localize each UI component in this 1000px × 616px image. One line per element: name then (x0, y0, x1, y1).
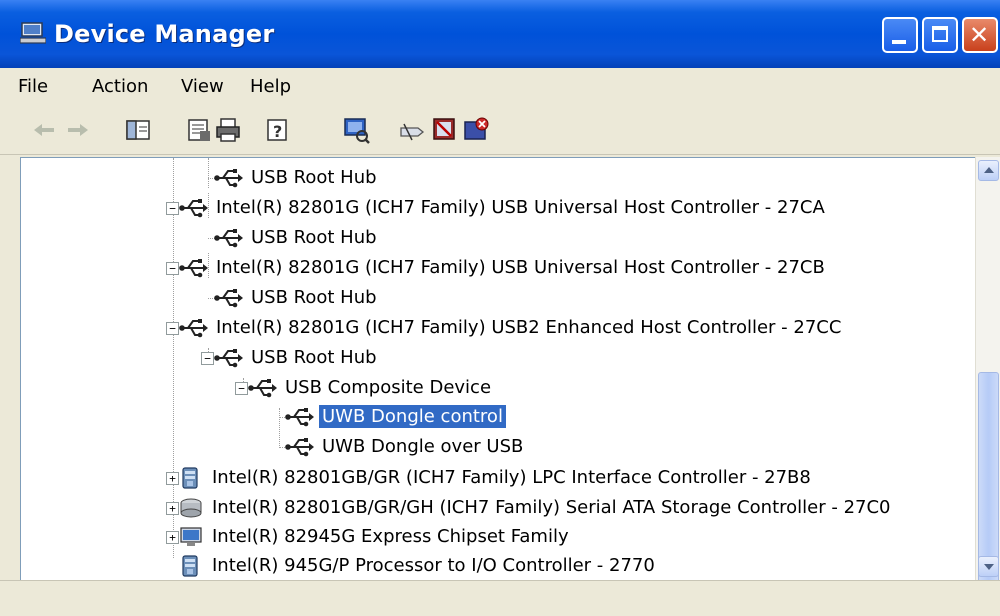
expand-icon[interactable]: + (166, 531, 179, 544)
device-tree[interactable]: USB Root Hub Intel(R) 82801G (ICH7 Family… (20, 157, 977, 582)
show-hide-console-tree-icon[interactable] (124, 116, 152, 144)
collapse-icon[interactable]: − (166, 322, 179, 335)
menu-file[interactable]: File (18, 76, 48, 97)
system-device-icon (179, 466, 203, 490)
expand-icon[interactable]: + (166, 472, 179, 485)
print-icon[interactable] (214, 116, 242, 144)
tree-vline (208, 158, 209, 188)
tree-node[interactable]: Intel(R) 945G/P Processor to I/O Control… (179, 551, 658, 581)
scroll-up-button[interactable] (978, 160, 999, 181)
usb-icon (285, 436, 315, 458)
usb-icon (214, 167, 244, 189)
menu-help[interactable]: Help (250, 76, 291, 97)
menu-bar: File Action View Help (0, 68, 1000, 109)
tree-node[interactable]: USB Root Hub (214, 163, 380, 193)
tree-node[interactable]: UWB Dongle over USB (285, 432, 526, 462)
tree-node-label: Intel(R) 82801GB/GR (ICH7 Family) LPC In… (212, 467, 811, 488)
tree-node[interactable]: USB Root Hub (214, 223, 380, 253)
maximize-button[interactable] (922, 17, 958, 53)
tree-node[interactable]: Intel(R) 82801GB/GR/GH (ICH7 Family) Ser… (179, 493, 894, 523)
vertical-scrollbar[interactable] (975, 157, 1000, 599)
menu-view[interactable]: View (181, 76, 224, 97)
usb-icon (214, 227, 244, 249)
menu-action[interactable]: Action (92, 76, 148, 97)
collapse-icon[interactable]: − (166, 262, 179, 275)
update-driver-icon[interactable] (398, 116, 426, 144)
tree-node[interactable]: Intel(R) 82801GB/GR (ICH7 Family) LPC In… (179, 463, 814, 493)
window-title: Device Manager (54, 20, 275, 48)
usb-icon (179, 317, 209, 339)
system-device-icon (179, 554, 203, 578)
tree-node[interactable]: Intel(R) 82801G (ICH7 Family) USB Univer… (179, 193, 828, 223)
tree-node-label: USB Root Hub (251, 347, 377, 368)
properties-icon[interactable] (185, 116, 213, 144)
uninstall-device-icon[interactable] (462, 116, 490, 144)
usb-icon (179, 257, 209, 279)
tree-node[interactable]: USB Composite Device (248, 373, 494, 403)
computer-icon (20, 22, 46, 44)
close-button[interactable]: ✕ (962, 17, 998, 53)
arrow-down-icon (984, 564, 994, 570)
device-manager-window: Device Manager ✕ File Action View Help ?… (0, 0, 1000, 616)
usb-icon (179, 197, 209, 219)
tree-node[interactable]: Intel(R) 82945G Express Chipset Family (179, 522, 572, 552)
collapse-icon[interactable]: − (166, 202, 179, 215)
toolbar: ? (0, 108, 1000, 155)
tree-node[interactable]: USB Root Hub (214, 343, 380, 373)
tree-node-label: USB Composite Device (285, 377, 492, 398)
usb-icon (248, 377, 278, 399)
title-bar[interactable]: Device Manager ✕ (0, 0, 1000, 68)
tree-node-label: UWB Dongle control (318, 404, 507, 429)
tree-node[interactable]: USB Root Hub (214, 283, 380, 313)
tree-node-label: USB Root Hub (251, 287, 377, 308)
minimize-button[interactable] (882, 17, 918, 53)
collapse-icon[interactable]: − (201, 352, 214, 365)
tree-node[interactable]: Intel(R) 82801G (ICH7 Family) USB Univer… (179, 253, 828, 283)
maximize-icon (932, 26, 948, 42)
minimize-icon (892, 40, 906, 44)
tree-node[interactable]: UWB Dongle control (285, 402, 507, 432)
tree-node-label: Intel(R) 82801G (ICH7 Family) USB Univer… (216, 257, 825, 278)
forward-icon[interactable] (64, 116, 92, 144)
tree-node-label: USB Root Hub (251, 227, 377, 248)
tree-vline (173, 158, 174, 558)
scroll-down-button[interactable] (978, 556, 999, 577)
tree-node-label: Intel(R) 82945G Express Chipset Family (212, 526, 569, 547)
help-icon[interactable]: ? (264, 116, 292, 144)
scan-hardware-icon[interactable] (342, 116, 370, 144)
tree-vline (279, 408, 280, 448)
tree-node-label: Intel(R) 82801G (ICH7 Family) USB2 Enhan… (216, 317, 842, 338)
usb-icon (285, 406, 315, 428)
tree-node-label: Intel(R) 82801G (ICH7 Family) USB Univer… (216, 197, 825, 218)
tree-node-label: UWB Dongle over USB (322, 436, 524, 457)
expand-icon[interactable]: + (166, 502, 179, 515)
arrow-up-icon (984, 167, 994, 173)
usb-icon (214, 287, 244, 309)
tree-node-label: Intel(R) 945G/P Processor to I/O Control… (212, 555, 655, 576)
status-bar (0, 580, 1000, 616)
svg-text:?: ? (273, 122, 282, 141)
back-icon[interactable] (30, 116, 58, 144)
usb-icon (214, 347, 244, 369)
storage-controller-icon (179, 496, 203, 520)
tree-node-label: USB Root Hub (251, 167, 377, 188)
close-icon: ✕ (969, 21, 990, 49)
tree-node[interactable]: Intel(R) 82801G (ICH7 Family) USB2 Enhan… (179, 313, 844, 343)
display-adapter-icon (179, 525, 203, 549)
collapse-icon[interactable]: − (235, 382, 248, 395)
tree-node-label: Intel(R) 82801GB/GR/GH (ICH7 Family) Ser… (212, 497, 891, 518)
disable-device-icon[interactable] (431, 116, 459, 144)
